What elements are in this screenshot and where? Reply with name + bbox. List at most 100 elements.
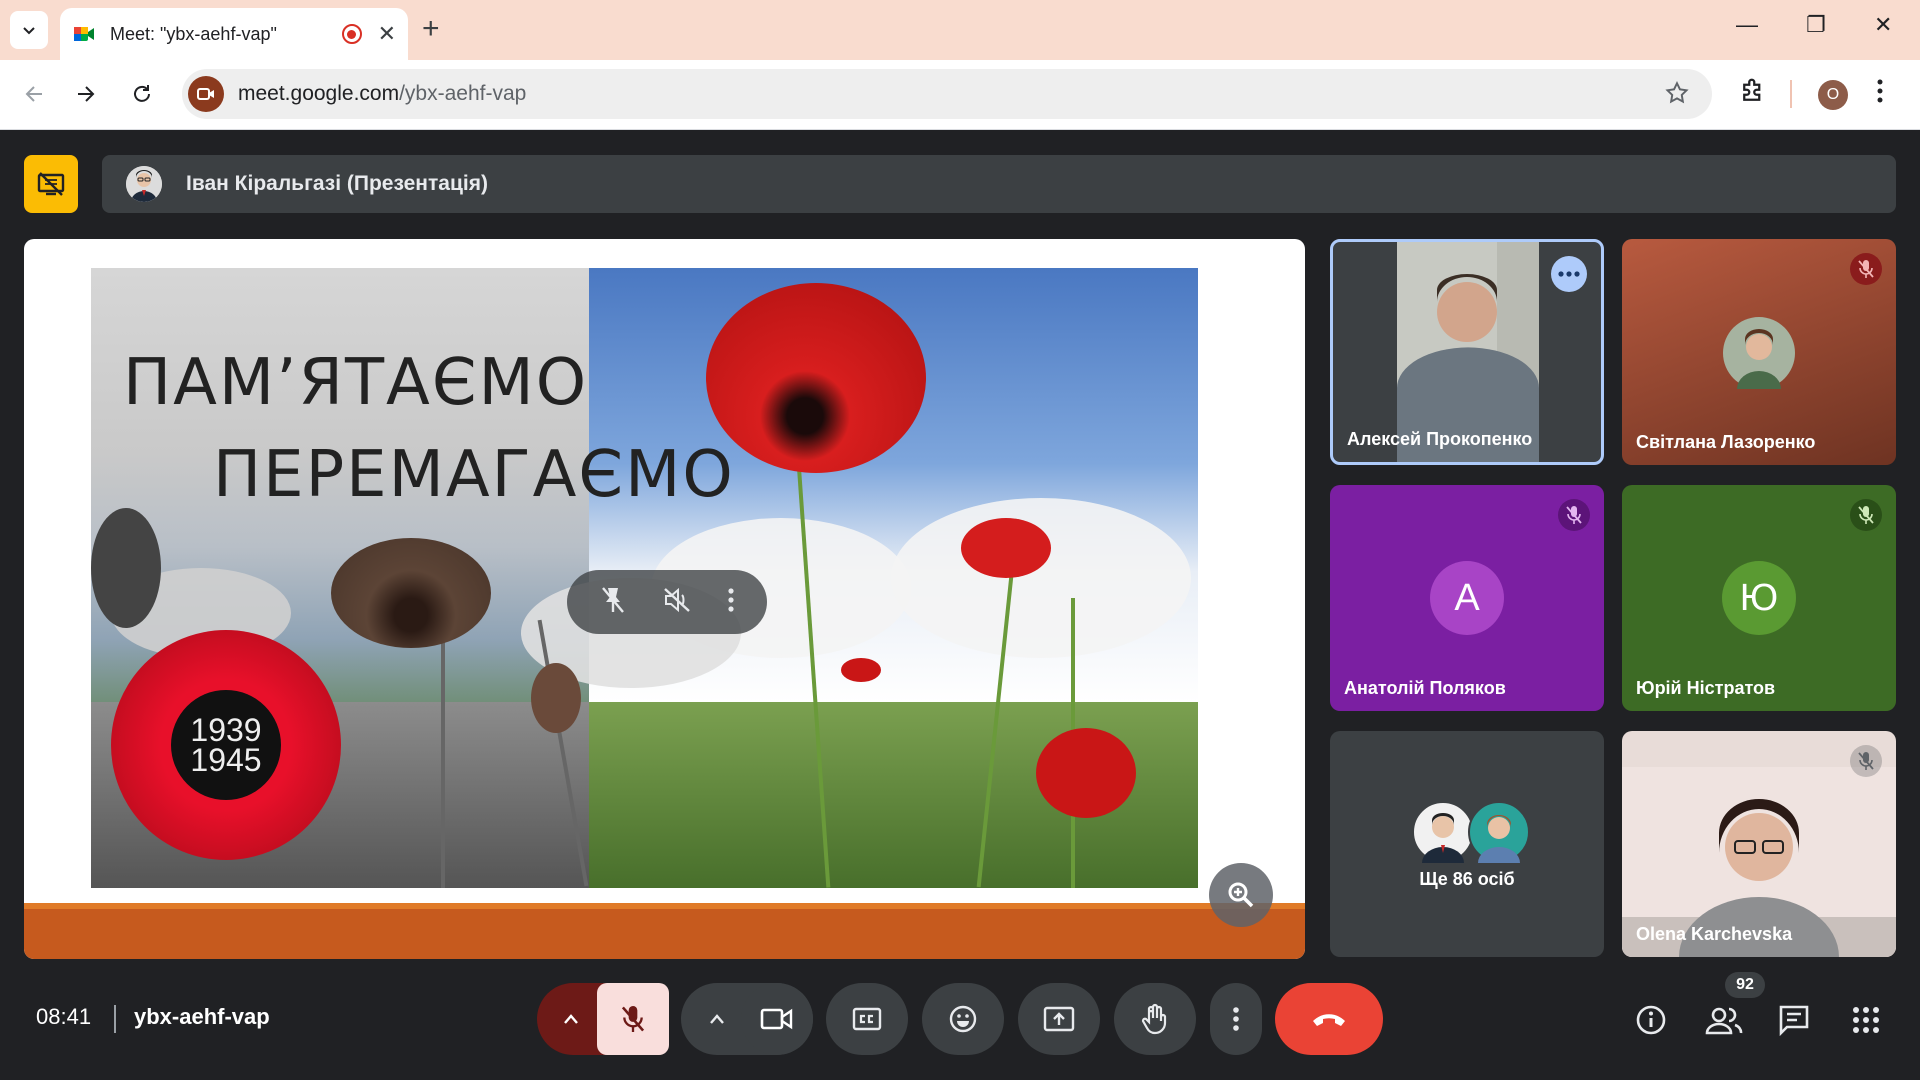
browser-tab-bar: Meet: "ybx-aehf-vap" ✕ + — ❐ ✕ (0, 0, 1920, 60)
chevron-up-icon (564, 1014, 578, 1024)
slide-poppy (841, 658, 881, 682)
participant-name: Світлана Лазоренко (1636, 432, 1816, 452)
mic-off-icon (1566, 506, 1582, 524)
presentation-stage[interactable]: ПАМ’ЯТАЄМО ПЕРЕМАГАЄМО 1939 1945 (24, 239, 1305, 959)
more-participants-label: Ще 86 осіб (1419, 869, 1515, 889)
more-vert-icon (728, 587, 734, 612)
participant-tile-3[interactable]: A Анатолій Поляков (1330, 485, 1604, 711)
toolbar-divider (1790, 80, 1792, 108)
meeting-details-button[interactable] (1633, 1002, 1669, 1038)
slide-year-start: 1939 (190, 712, 262, 748)
new-tab-button[interactable]: + (422, 12, 440, 46)
minimize-button[interactable]: — (1736, 12, 1758, 38)
present-off-icon (37, 172, 65, 196)
presenter-avatar (126, 166, 162, 202)
arrow-left-icon (25, 86, 42, 102)
tab-search-button[interactable] (10, 11, 48, 49)
tile-options-button[interactable] (1551, 256, 1587, 292)
microphone-toggle-button[interactable] (597, 983, 669, 1055)
participant-tile-4[interactable]: Ю Юрій Ністратов (1622, 485, 1896, 711)
maximize-button[interactable]: ❐ (1806, 12, 1826, 38)
meeting-time: 08:41 (36, 1004, 92, 1029)
chevron-up-icon (710, 1014, 724, 1024)
zoom-in-icon (1228, 882, 1254, 908)
slide-cloud (891, 498, 1191, 658)
reload-icon (134, 85, 150, 102)
unpin-button[interactable] (599, 585, 627, 620)
raise-hand-icon (1141, 1003, 1167, 1035)
apps-grid-icon (1853, 1007, 1879, 1033)
window-close-button[interactable]: ✕ (1874, 12, 1892, 38)
meeting-code: ybx-aehf-vap (134, 1004, 270, 1029)
mic-off-badge (1850, 745, 1882, 777)
camera-toggle-button[interactable] (741, 983, 813, 1055)
info-icon (1636, 1005, 1666, 1035)
leave-call-button[interactable] (1275, 983, 1383, 1055)
participant-avatar-photo (1468, 801, 1530, 863)
more-horiz-icon (1558, 271, 1580, 277)
participant-name: Анатолій Поляков (1344, 678, 1506, 698)
mic-off-icon (1858, 260, 1874, 278)
slide-poppy (961, 518, 1051, 578)
browser-tab-meet[interactable]: Meet: "ybx-aehf-vap" ✕ (60, 8, 408, 60)
activities-button[interactable] (1848, 1002, 1884, 1038)
raise-hand-button[interactable] (1114, 983, 1196, 1055)
participant-name: Olena Karchevska (1636, 924, 1793, 944)
participant-tile-1[interactable]: Алексей Прокопенко (1330, 239, 1604, 465)
extensions-icon[interactable] (1738, 76, 1768, 111)
participant-name: Алексей Прокопенко (1347, 429, 1533, 449)
back-button[interactable] (16, 76, 52, 112)
url-text: meet.google.com/ybx-aehf-vap (238, 82, 527, 105)
more-vert-icon (1233, 1007, 1239, 1031)
mic-off-icon (621, 1006, 645, 1032)
slide-years: 1939 1945 (171, 690, 281, 800)
mic-off-badge (1850, 253, 1882, 285)
participant-tile-2[interactable]: Світлана Лазоренко (1622, 239, 1896, 465)
forward-button[interactable] (68, 76, 104, 112)
address-bar[interactable]: meet.google.com/ybx-aehf-vap (182, 69, 1712, 119)
chat-button[interactable] (1776, 1002, 1812, 1038)
browser-toolbar: meet.google.com/ybx-aehf-vap O (0, 60, 1920, 130)
people-count-badge: 92 (1725, 972, 1765, 998)
participant-avatar-photo (1723, 317, 1795, 389)
people-button[interactable] (1704, 1002, 1744, 1038)
slide-poppy-badge: 1939 1945 (111, 630, 341, 860)
slide-title-line2: ПЕРЕМАГАЄМО (213, 438, 735, 512)
slide-poppy-bw (531, 663, 581, 733)
mic-off-icon (1858, 506, 1874, 524)
slide-poppy (1036, 728, 1136, 818)
present-to-all-icon (1043, 1006, 1075, 1032)
captions-button[interactable] (826, 983, 908, 1055)
profile-avatar[interactable]: O (1818, 80, 1848, 110)
zoom-button[interactable] (1209, 863, 1273, 927)
time-separator (114, 1005, 116, 1033)
participant-letter-avatar: Ю (1722, 561, 1796, 635)
arrow-right-icon (78, 86, 95, 102)
mic-off-badge (1558, 499, 1590, 531)
mute-audio-button[interactable] (662, 586, 692, 619)
site-info-icon[interactable] (188, 76, 224, 112)
tab-title: Meet: "ybx-aehf-vap" (110, 23, 277, 44)
more-participants-tile[interactable]: Ще 86 осіб (1330, 731, 1604, 957)
participant-tile-6[interactable]: Olena Karchevska (1622, 731, 1896, 957)
slide-poppy-large (706, 283, 926, 473)
more-options-button[interactable] (1210, 983, 1262, 1055)
tile-hover-controls (567, 570, 767, 634)
tile-more-options-button[interactable] (727, 587, 735, 618)
reload-button[interactable] (124, 76, 160, 112)
present-now-button[interactable] (1018, 983, 1100, 1055)
browser-menu-icon[interactable] (1876, 76, 1884, 111)
slide-footer-bar (24, 903, 1305, 959)
tab-close-icon[interactable]: ✕ (378, 23, 396, 45)
emoji-icon (949, 1005, 977, 1033)
stop-presenting-button[interactable] (24, 155, 78, 213)
recording-indicator-icon (341, 24, 362, 44)
mic-off-icon (1858, 752, 1874, 770)
google-meet-icon (72, 22, 96, 46)
participant-name: Юрій Ністратов (1636, 678, 1776, 698)
reactions-button[interactable] (922, 983, 1004, 1055)
mic-off-badge (1850, 499, 1882, 531)
bookmark-star-icon[interactable] (1664, 80, 1690, 111)
people-icon (1705, 1007, 1743, 1035)
presenter-name: Іван Кіральгазі (Презентація) (186, 172, 488, 195)
